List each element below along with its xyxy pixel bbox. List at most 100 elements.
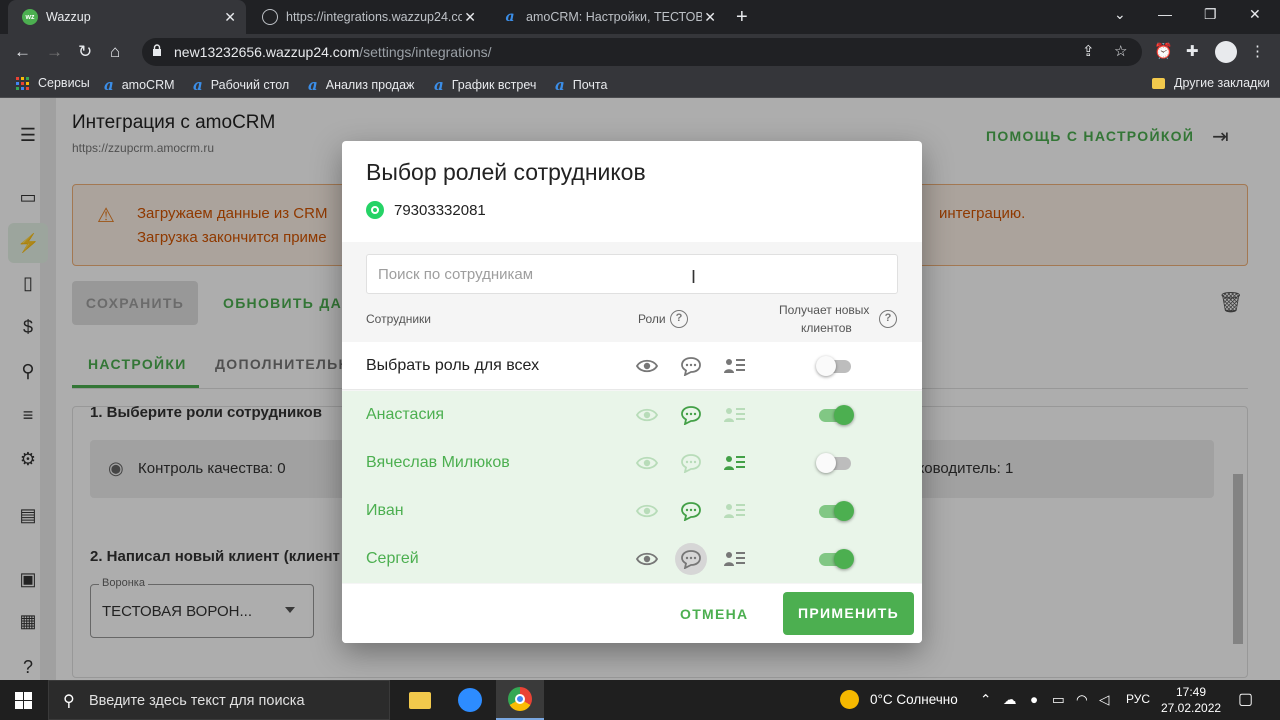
chat-bubble-icon[interactable] xyxy=(679,354,703,378)
extensions-puzzle-icon[interactable]: ✚ xyxy=(1186,42,1199,60)
share-icon[interactable]: ⇪ xyxy=(1082,42,1095,60)
chat-bubble-icon[interactable] xyxy=(679,451,703,475)
bookmark-services[interactable]: Сервисы xyxy=(16,76,90,90)
windows-start-icon[interactable] xyxy=(15,692,32,709)
system-clock[interactable]: 17:49 27.02.2022 xyxy=(1161,684,1221,716)
bookmark-meeting-schedule[interactable]: a График встреч xyxy=(434,76,536,94)
amocrm-icon: a xyxy=(555,76,565,94)
close-window-icon[interactable]: ✕ xyxy=(1249,6,1261,23)
manager-list-icon[interactable] xyxy=(723,354,747,378)
eye-icon[interactable] xyxy=(635,403,659,427)
manager-list-icon[interactable] xyxy=(723,499,747,523)
reload-icon[interactable]: ↻ xyxy=(78,42,92,62)
address-bar[interactable]: new13232656.wazzup24.com/settings/integr… xyxy=(142,38,1142,66)
globe-icon xyxy=(262,9,278,25)
weather-sun-icon xyxy=(840,690,859,709)
close-tab-icon[interactable]: ✕ xyxy=(464,9,476,26)
minimize-icon[interactable]: — xyxy=(1158,6,1172,22)
chat-bubble-icon[interactable] xyxy=(679,547,703,571)
employee-row: Сергей xyxy=(342,535,922,583)
wazzup-favicon-icon: wz xyxy=(22,9,38,25)
file-explorer-icon[interactable] xyxy=(396,680,444,720)
forward-icon[interactable]: → xyxy=(46,42,63,62)
onedrive-cloud-icon[interactable]: ☁ xyxy=(1003,692,1017,708)
notifications-icon[interactable]: ▢ xyxy=(1238,689,1253,709)
language-indicator[interactable]: РУС xyxy=(1126,692,1150,706)
receives-new-clients-toggle[interactable] xyxy=(816,453,854,473)
receives-new-clients-toggle[interactable] xyxy=(816,501,854,521)
select-all-row: Выбрать роль для всех xyxy=(342,342,922,390)
tray-chevron-icon[interactable]: ⌃ xyxy=(980,692,991,708)
bookmark-sales-analysis[interactable]: a Анализ продаж xyxy=(308,76,414,94)
chrome-icon[interactable] xyxy=(496,680,544,720)
chat-bubble-icon[interactable] xyxy=(679,403,703,427)
amocrm-icon: a xyxy=(104,76,114,94)
tab-title: https://integrations.wazzup24.co xyxy=(286,10,462,24)
close-tab-icon[interactable]: ✕ xyxy=(224,9,236,26)
modal-phone: 79303332081 xyxy=(366,201,486,219)
manager-list-icon[interactable] xyxy=(723,451,747,475)
close-tab-icon[interactable]: ✕ xyxy=(704,9,716,26)
battery-icon[interactable]: ▭ xyxy=(1052,692,1065,708)
manager-list-icon[interactable] xyxy=(723,547,747,571)
tab-search-icon[interactable]: ⌄ xyxy=(1114,6,1126,23)
header-receives-new-clients-1: Получает новых xyxy=(779,303,870,317)
bookmark-desktop[interactable]: a Рабочий стол xyxy=(193,76,289,94)
lock-icon xyxy=(153,44,161,56)
select-all-toggle[interactable] xyxy=(816,356,854,376)
volume-icon[interactable]: ◁ xyxy=(1099,692,1109,708)
profile-avatar[interactable] xyxy=(1215,41,1237,63)
amocrm-icon: a xyxy=(434,76,444,94)
select-all-label: Выбрать роль для всех xyxy=(366,357,540,374)
roles-help-icon[interactable]: ? xyxy=(670,310,688,328)
cancel-button[interactable]: ОТМЕНА xyxy=(680,606,748,622)
back-icon[interactable]: ← xyxy=(14,42,31,62)
bookmarks-bar: Сервисы a amoCRM a Рабочий стол a Анализ пр… xyxy=(0,70,1280,98)
menu-kebab-icon[interactable]: ⋮ xyxy=(1250,42,1265,60)
employee-name: Вячеслав Милюков xyxy=(366,454,510,471)
apply-button[interactable]: ПРИМЕНИТЬ xyxy=(783,592,914,635)
modal-footer: ОТМЕНА ПРИМЕНИТЬ xyxy=(342,584,922,643)
browser-tab-wazzup[interactable]: wz Wazzup ✕ xyxy=(8,0,246,34)
bookmark-other[interactable]: Другие закладки xyxy=(1152,76,1270,90)
manager-list-icon[interactable] xyxy=(723,403,747,427)
weather-text[interactable]: 0°C Солнечно xyxy=(870,692,958,707)
browser-tab-strip: wz Wazzup ✕ https://integrations.wazzup2… xyxy=(0,0,1280,34)
receives-new-clients-toggle[interactable] xyxy=(816,405,854,425)
tab-title: amoCRM: Настройки, ТЕСТОВАЯ xyxy=(526,10,702,24)
employee-search-input[interactable] xyxy=(366,254,898,294)
new-tab-icon[interactable]: + xyxy=(736,6,748,29)
modal-title: Выбор ролей сотрудников xyxy=(366,159,646,185)
wifi-icon[interactable]: ◠ xyxy=(1076,692,1088,708)
whatsapp-icon xyxy=(366,201,384,219)
eye-icon[interactable] xyxy=(635,547,659,571)
amocrm-favicon-icon: a xyxy=(505,9,515,25)
eye-icon[interactable] xyxy=(635,354,659,378)
bookmark-mail[interactable]: a Почта xyxy=(555,76,607,94)
home-icon[interactable]: ⌂ xyxy=(110,42,120,62)
header-roles: Роли xyxy=(638,312,666,326)
url-text: new13232656.wazzup24.com/settings/integr… xyxy=(174,44,492,60)
eye-icon[interactable] xyxy=(635,499,659,523)
restore-icon[interactable]: ❐ xyxy=(1204,6,1217,23)
folder-icon xyxy=(1152,77,1165,89)
bookmark-star-icon[interactable]: ☆ xyxy=(1114,42,1127,60)
header-receives-new-clients-2: клиентов xyxy=(801,321,852,335)
zoom-icon[interactable] xyxy=(446,680,494,720)
browser-tab-amocrm[interactable]: a amoCRM: Настройки, ТЕСТОВАЯ ✕ xyxy=(488,0,726,34)
alarm-extension-icon[interactable]: ⏰ xyxy=(1154,42,1173,60)
eye-icon[interactable] xyxy=(635,451,659,475)
bookmark-amocrm[interactable]: a amoCRM xyxy=(104,76,175,94)
taskbar-search[interactable]: ⚲ Введите здесь текст для поиска xyxy=(48,680,390,720)
windows-taskbar: ⚲ Введите здесь текст для поиска 0°C Сол… xyxy=(0,680,1280,720)
amocrm-icon: a xyxy=(193,76,203,94)
text-cursor-icon: I xyxy=(691,267,697,287)
chat-bubble-icon[interactable] xyxy=(679,499,703,523)
employee-name: Иван xyxy=(366,502,404,519)
employee-row: Иван xyxy=(342,487,922,535)
receives-new-clients-toggle[interactable] xyxy=(816,549,854,569)
microphone-icon[interactable]: ● xyxy=(1030,692,1038,707)
new-clients-help-icon[interactable]: ? xyxy=(879,310,897,328)
browser-tab-integrations[interactable]: https://integrations.wazzup24.co ✕ xyxy=(248,0,486,34)
search-icon: ⚲ xyxy=(63,693,75,710)
